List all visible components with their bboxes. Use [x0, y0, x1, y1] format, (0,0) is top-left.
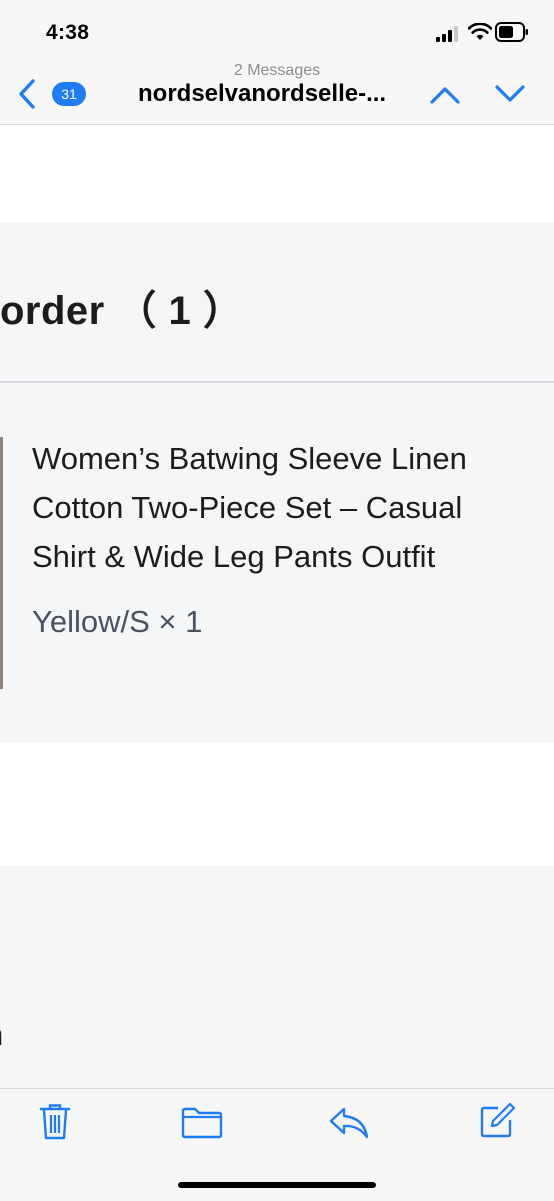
thread-message-count: 2 Messages: [233, 62, 321, 79]
chevron-left-icon[interactable]: [16, 78, 38, 110]
thread-sender-title: nordselvanordselle-...: [138, 80, 387, 107]
chevron-down-icon[interactable]: [493, 83, 527, 105]
wifi-icon: [468, 23, 492, 40]
status-time: 4:38: [46, 21, 90, 44]
product-name: Women’s Batwing Sleeve Linen Cotton Two-…: [32, 441, 467, 574]
product-variant-quantity: Yellow/S × 1: [32, 604, 203, 639]
order-summary-section: [0, 866, 554, 1088]
compose-icon[interactable]: [478, 1102, 516, 1140]
chevron-up-icon[interactable]: [428, 83, 462, 105]
battery-icon: [495, 22, 528, 42]
reply-icon[interactable]: [328, 1106, 370, 1140]
cellular-signal-icon: [436, 26, 458, 42]
product-thumbnail: [0, 437, 3, 689]
order-heading: order （ 1 ）: [0, 289, 244, 333]
trash-icon[interactable]: [38, 1102, 72, 1142]
folder-icon[interactable]: [180, 1106, 224, 1140]
home-indicator: [178, 1182, 376, 1188]
clipped-text: n: [0, 1017, 3, 1053]
inbox-count-badge[interactable]: 31: [52, 82, 86, 106]
